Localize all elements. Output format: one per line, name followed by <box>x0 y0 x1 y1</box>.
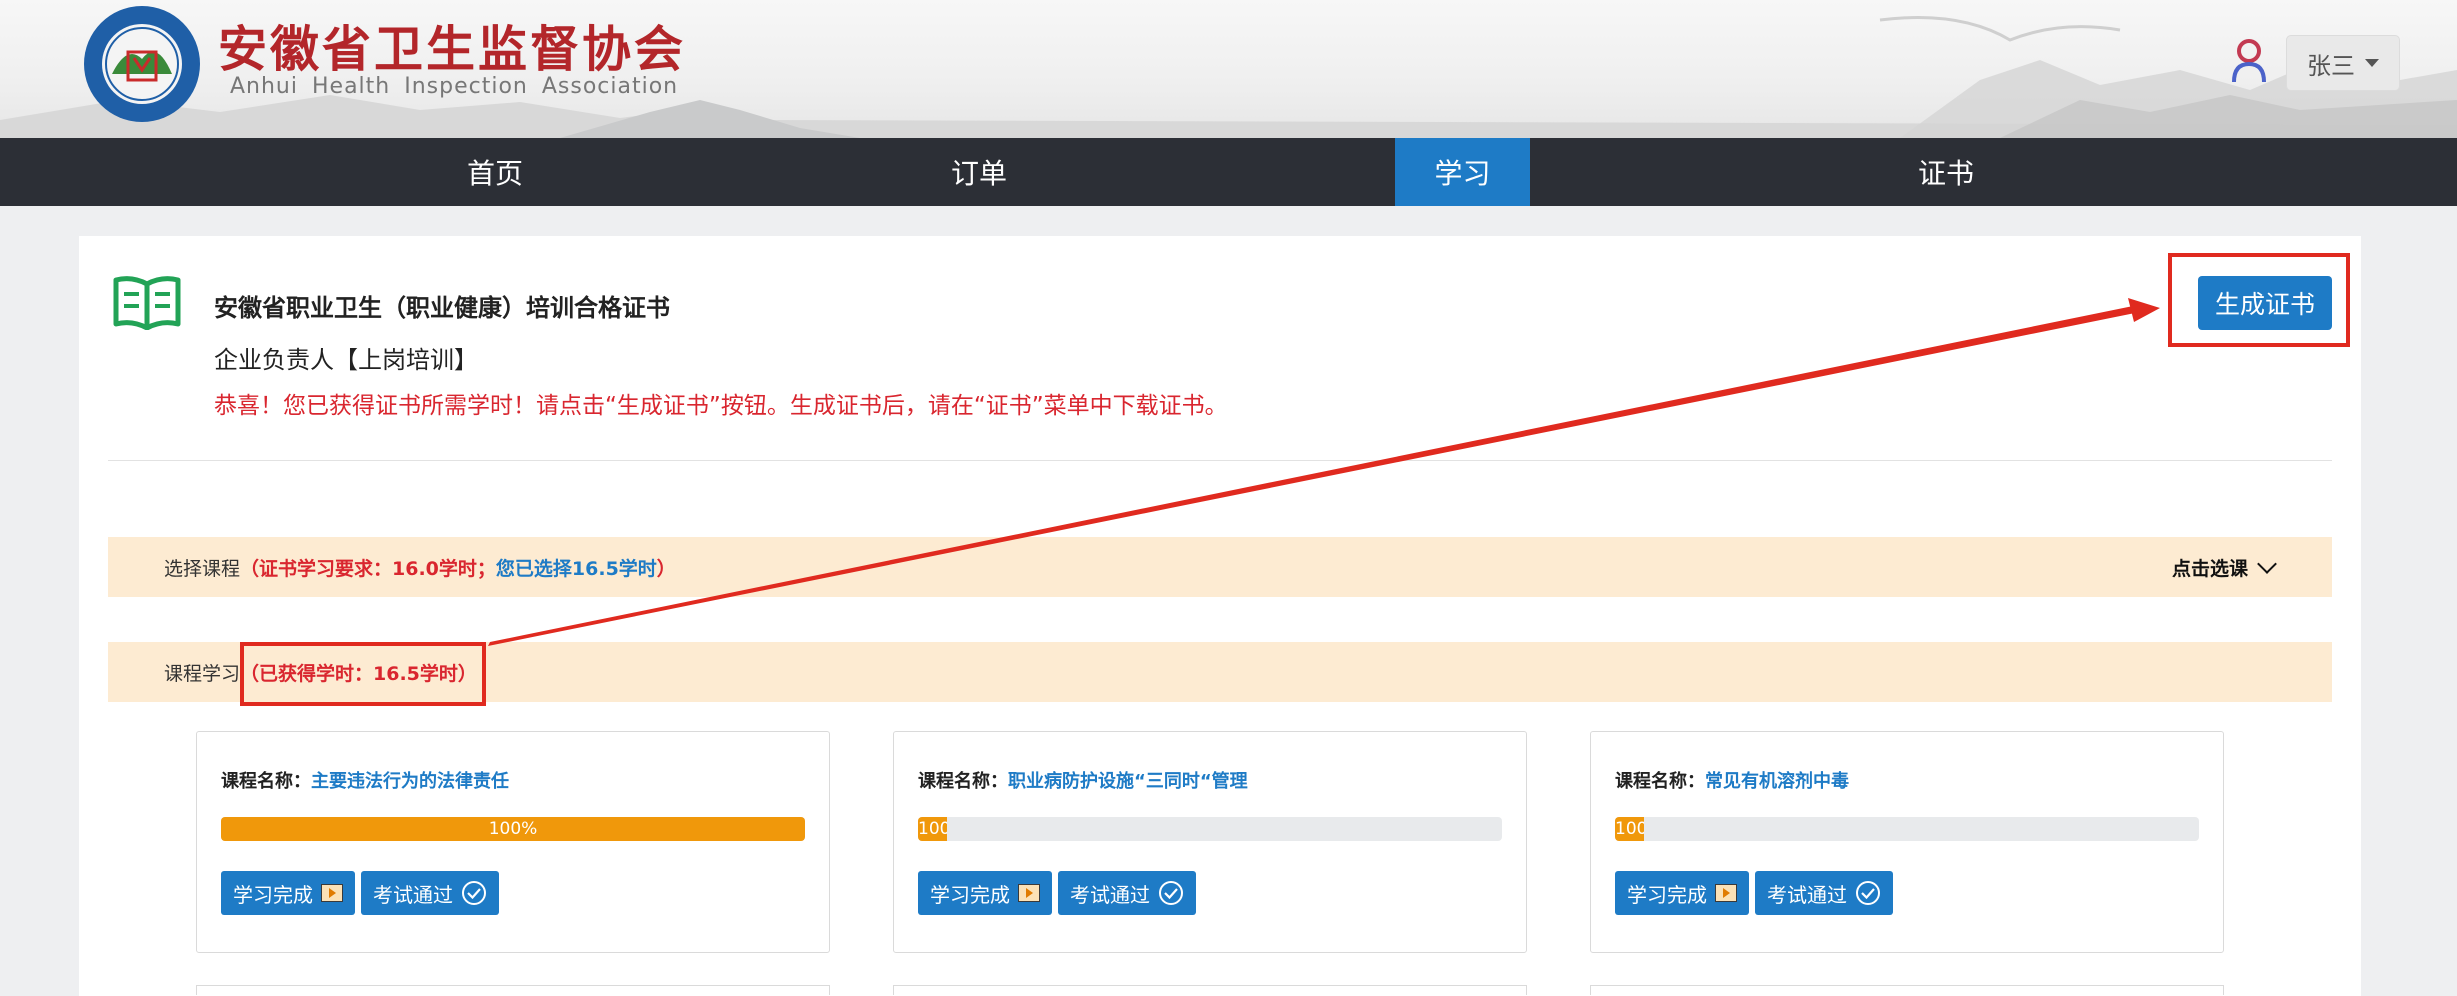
certificate-title: 安徽省职业卫生（职业健康）培训合格证书 <box>214 294 670 322</box>
exam-passed-button[interactable]: 考试通过 <box>1058 871 1196 915</box>
certificate-subtitle: 企业负责人【上岗培训】 <box>214 346 478 374</box>
progress-fill: 100% <box>1615 817 1645 841</box>
select-course-action: 点击选课 <box>2171 557 2248 580</box>
course-actions: 学习完成 考试通过 <box>221 871 499 915</box>
progress-fill: 100% <box>918 817 948 841</box>
org-name-cn: 安徽省卫生监督协会 <box>218 21 687 78</box>
course-name-link[interactable]: 主要违法行为的法律责任 <box>311 771 509 792</box>
progress-bar: 100% <box>918 817 1502 841</box>
progress-fill: 100% <box>221 817 805 841</box>
course-actions: 学习完成 考试通过 <box>1615 871 1893 915</box>
user-menu-button[interactable]: 张三 <box>2286 35 2400 91</box>
nav-orders[interactable]: 订单 <box>841 138 1117 206</box>
course-name: 课程名称：主要违法行为的法律责任 <box>221 767 509 793</box>
course-name-link[interactable]: 职业病防护设施“三同时“管理 <box>1008 771 1248 792</box>
requirement-suffix: ） <box>656 557 676 580</box>
select-course-bar: 选择课程 （证书学习要求：16.0学时； 您已选择16.5学时） 点击选课 <box>108 537 2332 597</box>
study-complete-button[interactable]: 学习完成 <box>221 871 355 915</box>
nav-study[interactable]: 学习 <box>1395 138 1530 206</box>
annotation-box-generate <box>2168 253 2350 347</box>
course-card-partial <box>893 985 1527 995</box>
chevron-down-icon <box>2257 554 2277 574</box>
exam-status-label: 考试通过 <box>1767 882 1847 907</box>
play-icon <box>321 884 343 902</box>
study-status-label: 学习完成 <box>1627 882 1707 907</box>
selected-hours: 您已选择16.5学时 <box>495 557 657 580</box>
nav-certificates[interactable]: 证书 <box>1808 138 2084 206</box>
org-name-en: Anhui Health Inspection Association <box>230 74 679 99</box>
check-circle-icon <box>1159 881 1183 905</box>
divider <box>108 460 2332 461</box>
course-name: 课程名称：职业病防护设施“三同时“管理 <box>918 767 1248 793</box>
certificate-message: 恭喜！您已获得证书所需学时！请点击“生成证书”按钮。生成证书后，请在“证书”菜单… <box>214 393 1228 419</box>
course-name-link[interactable]: 常见有机溶剂中毒 <box>1705 771 1849 792</box>
exam-passed-button[interactable]: 考试通过 <box>361 871 499 915</box>
user-icon <box>2232 39 2266 83</box>
progress-bar: 100% <box>1615 817 2199 841</box>
book-icon <box>113 276 181 330</box>
study-status-label: 学习完成 <box>930 882 1010 907</box>
select-course-title: 选择课程 <box>164 557 241 580</box>
exam-passed-button[interactable]: 考试通过 <box>1755 871 1893 915</box>
nav-home[interactable]: 首页 <box>357 138 633 206</box>
study-complete-button[interactable]: 学习完成 <box>918 871 1052 915</box>
play-icon <box>1018 884 1040 902</box>
study-status-label: 学习完成 <box>233 882 313 907</box>
progress-bar: 100% <box>221 817 805 841</box>
course-name: 课程名称：常见有机溶剂中毒 <box>1615 767 1849 793</box>
exam-status-label: 考试通过 <box>1070 882 1150 907</box>
requirement-prefix: （证书学习要求：16.0学时； <box>240 557 496 580</box>
logo-seal <box>84 6 200 122</box>
select-course-button[interactable]: 点击选课 <box>2171 537 2277 597</box>
exam-status-label: 考试通过 <box>373 882 453 907</box>
caret-down-icon <box>2365 59 2379 67</box>
header: 安徽省卫生监督协会 Anhui Health Inspection Associ… <box>0 0 2457 138</box>
course-name-label: 课程名称： <box>221 771 311 792</box>
select-course-label: 选择课程 （证书学习要求：16.0学时； 您已选择16.5学时） <box>164 537 676 597</box>
course-study-title: 课程学习 <box>164 662 241 685</box>
course-name-label: 课程名称： <box>918 771 1008 792</box>
course-card-partial <box>1590 985 2224 995</box>
course-card: 课程名称：常见有机溶剂中毒 100% 学习完成 考试通过 <box>1590 731 2224 953</box>
user-name: 张三 <box>2307 51 2355 80</box>
check-circle-icon <box>1856 881 1880 905</box>
course-card: 课程名称：主要违法行为的法律责任 100% 学习完成 考试通过 <box>196 731 830 953</box>
course-card: 课程名称：职业病防护设施“三同时“管理 100% 学习完成 考试通过 <box>893 731 1527 953</box>
course-name-label: 课程名称： <box>1615 771 1705 792</box>
check-circle-icon <box>462 881 486 905</box>
main-nav: 首页 订单 学习 证书 <box>0 138 2457 206</box>
play-icon <box>1715 884 1737 902</box>
annotation-box-earned <box>240 642 486 706</box>
course-actions: 学习完成 考试通过 <box>918 871 1196 915</box>
course-card-partial <box>196 985 830 995</box>
study-complete-button[interactable]: 学习完成 <box>1615 871 1749 915</box>
